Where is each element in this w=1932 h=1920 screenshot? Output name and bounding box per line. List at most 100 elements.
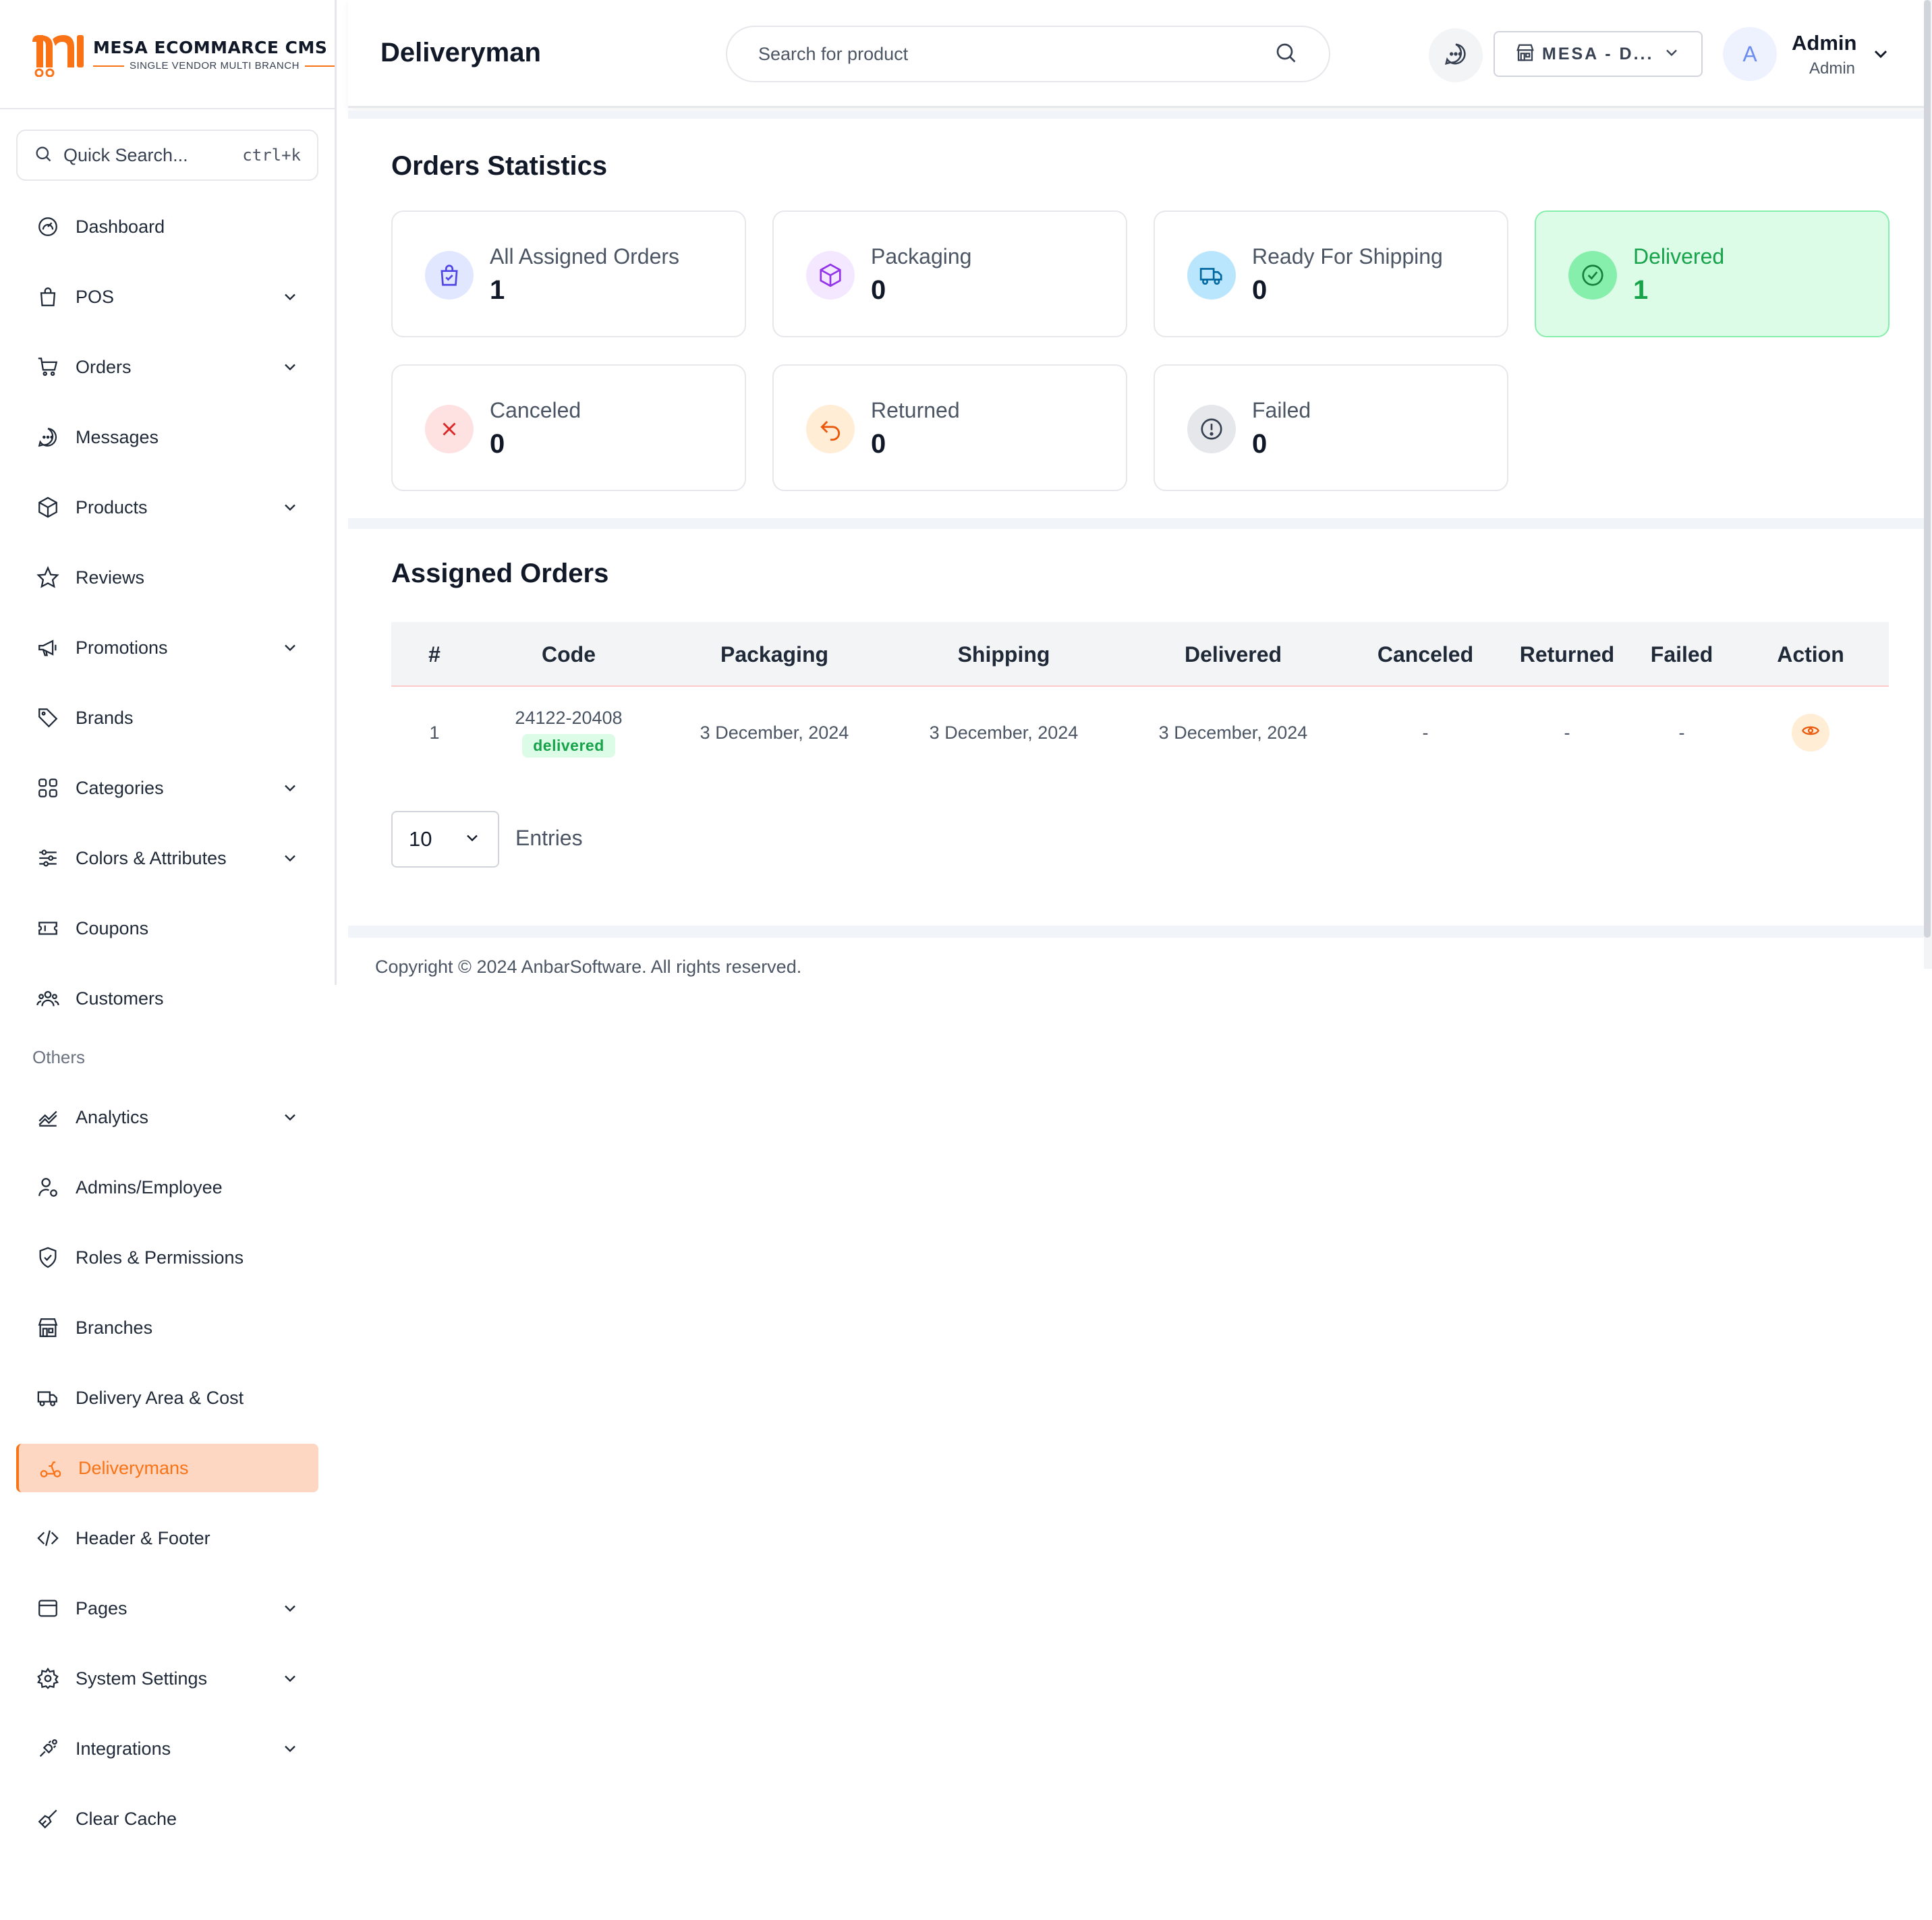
cell-action bbox=[1732, 687, 1889, 779]
sidebar-item-integrations[interactable]: Integrations bbox=[16, 1724, 318, 1773]
users-icon bbox=[35, 986, 61, 1011]
chevron-down-icon bbox=[1662, 43, 1681, 65]
eye-icon bbox=[1801, 721, 1820, 745]
quick-search-label: Quick Search... bbox=[63, 144, 188, 165]
stat-label: Canceled bbox=[490, 398, 581, 422]
shield-check-icon bbox=[35, 1245, 61, 1270]
ticket-icon bbox=[35, 915, 61, 941]
cell-packaging: 3 December, 2024 bbox=[700, 722, 849, 743]
stat-card-ready-for-shipping[interactable]: Ready For Shipping 0 bbox=[1154, 210, 1508, 337]
user-gear-icon bbox=[35, 1175, 61, 1200]
sidebar-item-deliverymans[interactable]: Deliverymans bbox=[16, 1444, 318, 1492]
stat-value: 1 bbox=[1633, 275, 1649, 305]
bag-check-icon bbox=[425, 251, 474, 300]
user-name[interactable]: Admin bbox=[1792, 31, 1856, 55]
stat-label: Returned bbox=[871, 398, 960, 422]
entries-value: 10 bbox=[409, 827, 432, 851]
product-search[interactable] bbox=[726, 26, 1330, 82]
chat-icon bbox=[35, 424, 61, 450]
search-input[interactable] bbox=[758, 43, 1274, 65]
stat-card-returned[interactable]: Returned 0 bbox=[772, 364, 1127, 491]
chevron-down-icon bbox=[281, 1599, 300, 1618]
search-icon[interactable] bbox=[1274, 40, 1298, 68]
sidebar-item-branches[interactable]: Branches bbox=[16, 1303, 318, 1352]
stat-card-canceled[interactable]: Canceled 0 bbox=[391, 364, 746, 491]
sidebar-item-coupons[interactable]: Coupons bbox=[16, 904, 318, 953]
quick-search-shortcut: ctrl+k bbox=[242, 146, 301, 165]
column-header-index: # bbox=[428, 642, 441, 667]
chevron-down-icon[interactable] bbox=[1870, 43, 1892, 65]
brand-subtitle: SINGLE VENDOR MULTI BRANCH bbox=[93, 60, 336, 72]
sidebar-item-pos[interactable]: POS bbox=[16, 273, 318, 321]
brand-subtitle-text: SINGLE VENDOR MULTI BRANCH bbox=[130, 60, 300, 72]
column-header-delivered: Delivered bbox=[1184, 642, 1282, 667]
stat-value: 0 bbox=[1252, 429, 1268, 459]
sidebar-item-clear-cache[interactable]: Clear Cache bbox=[16, 1795, 318, 1843]
column-header-code: Code bbox=[542, 642, 596, 667]
stat-value: 1 bbox=[490, 275, 505, 305]
sidebar-item-label: Reviews bbox=[76, 567, 145, 588]
alert-circle-icon bbox=[1187, 405, 1236, 453]
sidebar-item-label: Roles & Permissions bbox=[76, 1247, 244, 1268]
view-order-button[interactable] bbox=[1792, 714, 1829, 752]
entries-per-page-select[interactable]: 10 bbox=[391, 811, 499, 868]
sidebar-item-messages[interactable]: Messages bbox=[16, 413, 318, 461]
broom-icon bbox=[35, 1806, 61, 1832]
star-icon bbox=[35, 565, 61, 590]
sidebar-item-dashboard[interactable]: Dashboard bbox=[16, 202, 318, 251]
sidebar-item-delivery-area[interactable]: Delivery Area & Cost bbox=[16, 1374, 318, 1422]
sidebar-item-promotions[interactable]: Promotions bbox=[16, 623, 318, 672]
branch-select[interactable]: MESA - D... bbox=[1494, 31, 1703, 77]
stat-card-delivered[interactable]: Delivered 1 bbox=[1535, 210, 1890, 337]
brand-title: MESA ECOMMARCE CMS bbox=[93, 38, 328, 57]
sidebar-item-analytics[interactable]: Analytics bbox=[16, 1093, 318, 1141]
sidebar-item-colors-attributes[interactable]: Colors & Attributes bbox=[16, 834, 318, 882]
sidebar-item-reviews[interactable]: Reviews bbox=[16, 553, 318, 602]
sidebar-item-brands[interactable]: Brands bbox=[16, 694, 318, 742]
sidebar-border bbox=[335, 0, 337, 985]
sidebar-item-label: Messages bbox=[76, 426, 159, 447]
order-code[interactable]: 24122-20408 bbox=[515, 708, 622, 729]
stat-card-all-assigned[interactable]: All Assigned Orders 1 bbox=[391, 210, 746, 337]
column-header-returned: Returned bbox=[1519, 642, 1615, 667]
sidebar-item-customers[interactable]: Customers bbox=[16, 974, 318, 1023]
sidebar: MESA ECOMMARCE CMS SINGLE VENDOR MULTI B… bbox=[0, 0, 336, 1920]
orders-statistics-panel: Orders Statistics All Assigned Orders 1 … bbox=[348, 119, 1932, 518]
sidebar-item-header-footer[interactable]: Header & Footer bbox=[16, 1514, 318, 1562]
stat-card-packaging[interactable]: Packaging 0 bbox=[772, 210, 1127, 337]
sidebar-item-pages[interactable]: Pages bbox=[16, 1584, 318, 1633]
sidebar-item-label: Admins/Employee bbox=[76, 1177, 223, 1197]
cart-icon bbox=[35, 354, 61, 380]
cell-canceled: - bbox=[1422, 722, 1429, 743]
orders-statistics-title: Orders Statistics bbox=[391, 151, 608, 181]
assigned-orders-title: Assigned Orders bbox=[391, 559, 609, 588]
sidebar-item-label: System Settings bbox=[76, 1668, 208, 1689]
chevron-down-icon bbox=[281, 1669, 300, 1688]
footer-copyright: Copyright © 2024 AnbarSoftware. All righ… bbox=[375, 957, 802, 977]
avatar[interactable]: A bbox=[1723, 27, 1777, 81]
sidebar-item-system-settings[interactable]: System Settings bbox=[16, 1654, 318, 1703]
quick-search[interactable]: Quick Search... ctrl+k bbox=[16, 130, 318, 181]
chevron-down-icon bbox=[281, 849, 300, 868]
sidebar-section-others: Others bbox=[32, 1047, 86, 1067]
sidebar-item-label: Coupons bbox=[76, 917, 149, 938]
package-icon bbox=[806, 251, 855, 300]
column-header-failed: Failed bbox=[1650, 642, 1713, 667]
brand-logo[interactable]: MESA ECOMMARCE CMS SINGLE VENDOR MULTI B… bbox=[30, 32, 336, 78]
stat-card-failed[interactable]: Failed 0 bbox=[1154, 364, 1508, 491]
tag-icon bbox=[35, 705, 61, 731]
sidebar-item-products[interactable]: Products bbox=[16, 483, 318, 532]
check-circle-icon bbox=[1568, 251, 1617, 300]
sidebar-item-categories[interactable]: Categories bbox=[16, 764, 318, 812]
cell-delivered: 3 December, 2024 bbox=[1158, 722, 1308, 743]
sidebar-item-label: Integrations bbox=[76, 1738, 171, 1759]
chevron-down-icon bbox=[281, 287, 300, 306]
stat-label: Ready For Shipping bbox=[1252, 244, 1443, 269]
sidebar-item-roles-permissions[interactable]: Roles & Permissions bbox=[16, 1233, 318, 1282]
messages-button[interactable] bbox=[1429, 28, 1483, 82]
sidebar-item-admins-employee[interactable]: Admins/Employee bbox=[16, 1163, 318, 1212]
sidebar-item-label: Products bbox=[76, 497, 148, 517]
scrollbar-thumb[interactable] bbox=[1924, 0, 1931, 938]
stat-label: Failed bbox=[1252, 398, 1311, 422]
sidebar-item-orders[interactable]: Orders bbox=[16, 343, 318, 391]
